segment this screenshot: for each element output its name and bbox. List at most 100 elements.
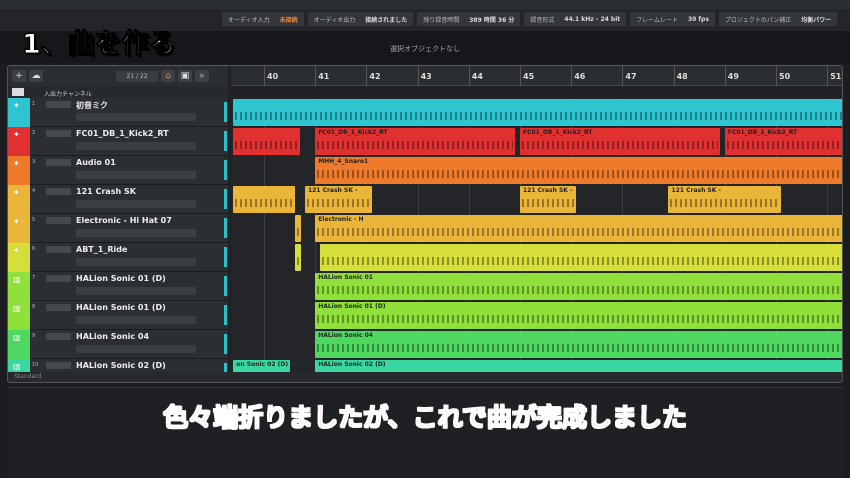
track-header[interactable]: ✦ 6 ABT_1_Ride — [8, 243, 228, 272]
track-controls[interactable] — [76, 287, 196, 295]
event-clip[interactable] — [233, 128, 300, 155]
event-clip[interactable] — [233, 99, 842, 126]
bar-tick — [673, 66, 675, 86]
mute-solo-buttons[interactable] — [46, 217, 71, 224]
folder-icon — [12, 88, 24, 96]
mute-solo-buttons[interactable] — [46, 101, 71, 108]
track-header[interactable]: ▥ 7 HALion Sonic 01 (D) — [8, 272, 228, 301]
bar-tick — [827, 66, 829, 86]
clip-label: 121 Crash SK - — [671, 187, 721, 194]
overlay-subtitle: 色々端折りましたが、これで曲が完成しました — [163, 403, 688, 433]
track-name[interactable]: Electronic - Hi Hat 07 — [76, 216, 172, 225]
track-header[interactable]: ✦ 2 FC01_DB_1_Kick2_RT — [8, 127, 228, 156]
mute-solo-buttons[interactable] — [46, 130, 71, 137]
event-clip[interactable]: HALion Sonic 01 — [315, 273, 842, 300]
event-clip[interactable]: FC01_DB_1_Kick2_RT — [724, 128, 842, 155]
bar-tick — [264, 66, 265, 86]
search-icon[interactable]: ⌕ — [195, 70, 209, 82]
track-header[interactable]: ✦ 5 Electronic - Hi Hat 07 — [8, 214, 228, 243]
audio-track-icon: ✦ — [13, 159, 20, 168]
track-color-strip: ✦ — [8, 98, 30, 127]
bar-tick — [776, 66, 777, 86]
mute-solo-buttons[interactable] — [46, 275, 71, 282]
track-number: 5 — [32, 217, 36, 223]
arrange-area[interactable]: FC01_DB_1_Kick2_RT FC01_DB_1_Kick2_RT FC01… — [231, 98, 842, 382]
track-name[interactable]: Audio 01 — [76, 158, 116, 167]
track-color-strip: ▥ — [8, 301, 30, 330]
mute-solo-buttons[interactable] — [46, 362, 71, 369]
status-item[interactable]: フレームレート 30 fps — [630, 12, 715, 26]
bar-number: 40 — [267, 72, 279, 81]
status-value: 30 fps — [687, 15, 709, 23]
mute-solo-buttons[interactable] — [46, 304, 71, 311]
track-controls[interactable] — [76, 142, 196, 150]
track-color-strip: ✦ — [8, 127, 30, 156]
event-clip[interactable]: Electronic - H — [315, 215, 842, 242]
track-name[interactable]: 121 Crash SK — [76, 187, 136, 196]
status-item[interactable]: 残り録音時間 389 時間 36 分 — [417, 12, 521, 26]
bar-number: 42 — [369, 72, 381, 81]
track-controls[interactable] — [76, 171, 196, 179]
event-clip[interactable] — [294, 244, 301, 271]
clip-label: 121 Crash SK - — [523, 187, 573, 194]
event-clip[interactable]: 121 Crash SK - — [520, 186, 577, 213]
track-controls[interactable] — [76, 229, 196, 237]
event-clip[interactable]: HALion Sonic 04 — [315, 331, 842, 358]
track-name[interactable]: HALion Sonic 01 (D) — [76, 274, 166, 283]
clip-label: FC01_DB_1_Kick2_RT — [318, 129, 388, 136]
track-name[interactable]: 初音ミク — [76, 100, 108, 111]
event-clip[interactable] — [294, 215, 301, 242]
mute-solo-buttons[interactable] — [46, 333, 71, 340]
track-name[interactable]: ABT_1_Ride — [76, 245, 127, 254]
event-clip[interactable]: FC01_DB_1_Kick2_RT — [315, 128, 515, 155]
track-name[interactable]: HALion Sonic 04 — [76, 332, 149, 341]
track-header[interactable]: ✦ 3 Audio 01 — [8, 156, 228, 185]
track-number: 1 — [32, 101, 36, 107]
status-item[interactable]: 録音形式 44.1 kHz - 24 bit — [524, 12, 627, 26]
bar-number: 43 — [420, 72, 432, 81]
mute-solo-buttons[interactable] — [46, 246, 71, 253]
ruler[interactable]: 40 41 42 43 44 45 46 47 48 49 50 51 — [231, 66, 842, 86]
track-header[interactable]: ✦ 1 初音ミク — [8, 98, 228, 127]
status-value: 389 時間 36 分 — [469, 16, 515, 24]
window-icon[interactable]: ▣ — [178, 70, 192, 82]
track-header[interactable]: ✦ 4 121 Crash SK — [8, 185, 228, 214]
track-controls[interactable] — [76, 258, 196, 266]
clip-label: FC01_DB_1_Kick2_RT — [523, 129, 593, 136]
cloud-icon[interactable]: ☁ — [29, 70, 43, 82]
event-clip[interactable]: FC01_DB_1_Kick2_RT — [520, 128, 720, 155]
track-name[interactable]: FC01_DB_1_Kick2_RT — [76, 129, 169, 138]
audio-track-icon: ✦ — [13, 246, 20, 255]
track-header[interactable]: ▥ 9 HALion Sonic 04 — [8, 330, 228, 359]
mute-solo-buttons[interactable] — [46, 159, 71, 166]
track-header[interactable]: ▥ 8 HALion Sonic 01 (D) — [8, 301, 228, 330]
status-label: 残り録音時間 — [423, 16, 460, 24]
event-clip[interactable]: 121 Crash SK - — [668, 186, 782, 213]
track-controls[interactable] — [76, 345, 196, 353]
event-clip[interactable] — [233, 186, 295, 213]
status-item[interactable]: オーディオ入力 未接続 — [222, 12, 304, 26]
event-clip[interactable]: MHH_4_Snare1 — [315, 157, 842, 184]
track-name[interactable]: HALion Sonic 01 (D) — [76, 303, 166, 312]
bar-number: 44 — [471, 72, 483, 81]
add-track-button[interactable]: + — [12, 70, 26, 82]
track-controls[interactable] — [76, 113, 196, 121]
overlay-title: 1、曲を作る — [22, 29, 177, 61]
event-clip[interactable]: HALion Sonic 01 (D) — [315, 302, 842, 329]
bar-tick — [571, 66, 573, 86]
input-channel-folder[interactable]: 入出力チャンネル — [8, 86, 228, 98]
status-label: オーディオ出力 — [313, 16, 356, 24]
instrument-track-icon: ▥ — [13, 275, 21, 284]
event-clip[interactable]: 121 Crash SK - — [304, 186, 372, 213]
lock-icon[interactable]: ⌂ — [161, 70, 175, 82]
event-clip[interactable] — [320, 244, 842, 271]
status-item[interactable]: オーディオ出力 接続されました — [307, 12, 414, 26]
status-item[interactable]: プロジェクトのパン補正 均衡パワー — [718, 12, 838, 26]
audio-track-icon: ✦ — [13, 101, 20, 110]
level-meter — [224, 102, 227, 122]
track-name[interactable]: HALion Sonic 02 (D) — [76, 361, 166, 370]
track-controls[interactable] — [76, 200, 196, 208]
track-controls[interactable] — [76, 316, 196, 324]
mute-solo-buttons[interactable] — [46, 188, 71, 195]
audio-track-icon: ✦ — [13, 188, 20, 197]
